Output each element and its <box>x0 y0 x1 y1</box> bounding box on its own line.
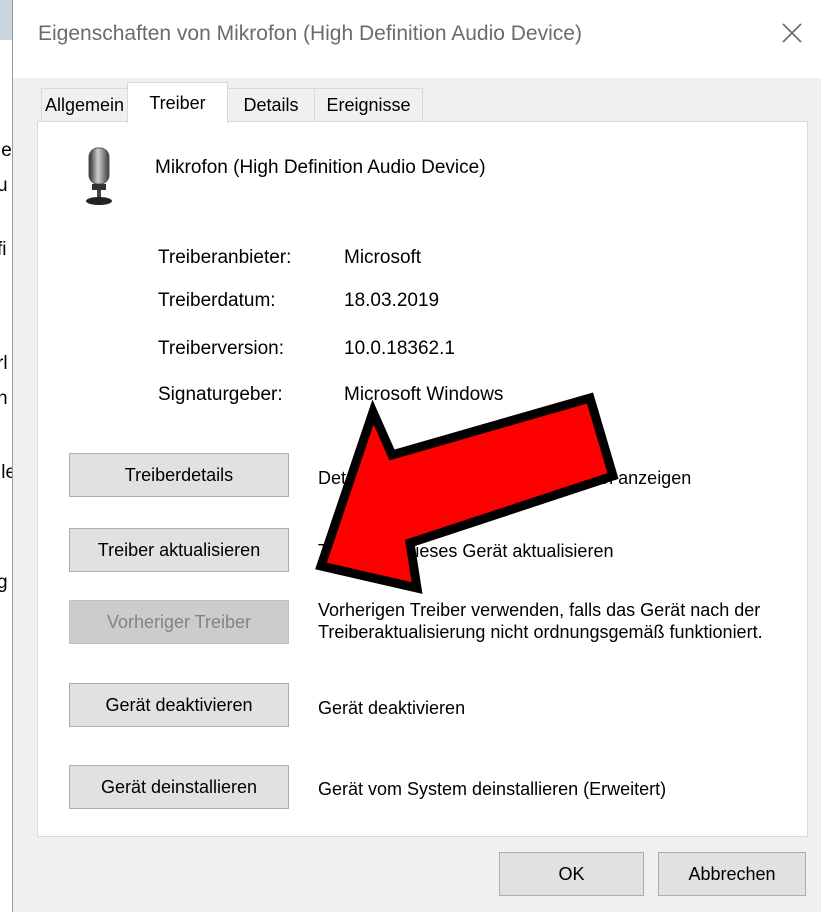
driver-version-label: Treiberversion: <box>158 338 285 359</box>
device-name: Mikrofon (High Definition Audio Device) <box>155 157 486 178</box>
signer-label: Signaturgeber: <box>158 384 283 405</box>
background-text: u <box>0 175 8 196</box>
disable-device-button[interactable]: Gerät deaktivieren <box>69 683 289 727</box>
ok-button[interactable]: OK <box>499 852 644 896</box>
update-driver-description: Treiber für dieses Gerät aktualisieren <box>318 541 614 561</box>
background-text: lle <box>0 462 12 483</box>
driver-date-label: Treiberdatum: <box>158 290 276 311</box>
microphone-icon <box>78 144 122 208</box>
title-bar[interactable]: Eigenschaften von Mikrofon (High Definit… <box>13 0 821 78</box>
background-text: g <box>0 572 8 593</box>
uninstall-device-button[interactable]: Gerät deinstallieren <box>69 765 289 809</box>
driver-provider-label: Treiberanbieter: <box>158 247 292 268</box>
properties-dialog: Eigenschaften von Mikrofon (High Definit… <box>12 0 821 912</box>
driver-date-value: 18.03.2019 <box>344 290 440 311</box>
tab-label: Ereignisse <box>326 95 411 115</box>
background-text: n <box>0 388 8 409</box>
close-button[interactable] <box>763 8 821 62</box>
rollback-driver-button: Vorheriger Treiber <box>69 600 289 644</box>
treiber-panel: Mikrofon (High Definition Audio Device) … <box>37 121 808 837</box>
cancel-button[interactable]: Abbrechen <box>658 852 806 896</box>
background-text: rl <box>0 353 8 374</box>
tab-details[interactable]: Details <box>227 88 315 122</box>
background-window: ie u l fi rl n lle g <box>0 0 12 912</box>
background-text: fi <box>0 239 7 260</box>
driver-version-value: 10.0.18362.1 <box>344 338 455 359</box>
rollback-driver-description: Vorherigen Treiber verwenden, falls das … <box>318 600 763 642</box>
tab-label: Details <box>243 95 299 115</box>
update-driver-button[interactable]: Treiber aktualisieren <box>69 528 289 572</box>
disable-device-description: Gerät deaktivieren <box>318 698 466 718</box>
driver-provider-value: Microsoft <box>344 247 422 268</box>
tab-allgemein[interactable]: Allgemein <box>41 88 128 122</box>
tab-ereignisse[interactable]: Ereignisse <box>314 88 423 122</box>
uninstall-device-description: Gerät vom System deinstallieren (Erweite… <box>318 779 667 799</box>
tab-label: Allgemein <box>44 95 125 115</box>
background-icon <box>0 0 12 40</box>
background-text: ie <box>0 140 12 161</box>
close-icon <box>781 22 803 49</box>
driver-details-description: Details zu installierten Treiberdateien … <box>318 468 692 488</box>
tab-treiber[interactable]: Treiber <box>127 82 228 123</box>
window-title: Eigenschaften von Mikrofon (High Definit… <box>38 22 582 45</box>
background-text: l <box>0 209 1 231</box>
tab-label: Treiber <box>149 92 206 113</box>
driver-details-button[interactable]: Treiberdetails <box>69 453 289 497</box>
signer-value: Microsoft Windows <box>344 384 504 405</box>
